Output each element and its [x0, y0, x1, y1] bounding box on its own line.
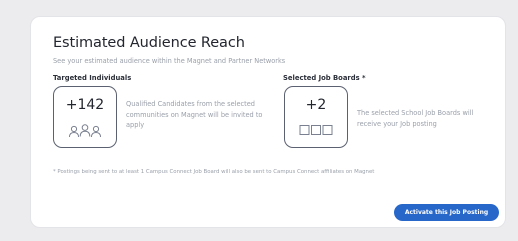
section-subtitle: See your estimated audience within the M… — [53, 57, 286, 65]
audience-reach-card: Estimated Audience Reach See your estima… — [30, 16, 506, 228]
selected-job-boards-box: +2 — [284, 86, 348, 148]
activate-job-posting-button[interactable]: Activate this Job Posting — [394, 204, 499, 221]
job-boards-icon — [285, 124, 347, 136]
targeted-individuals-count: +142 — [65, 97, 105, 113]
selected-job-boards-description: The selected School Job Boards will rece… — [357, 109, 474, 128]
section-title: Estimated Audience Reach — [53, 35, 245, 51]
targeted-individuals-box: +142 — [53, 86, 117, 148]
targeted-individuals-description: Qualified Candidates from the selected c… — [126, 100, 263, 129]
targeted-individuals-label: Targeted Individuals — [53, 74, 132, 82]
selected-job-boards-count: +2 — [305, 97, 327, 113]
footnote: * Postings being sent to at least 1 Camp… — [53, 169, 375, 175]
selected-job-boards-label: Selected Job Boards * — [283, 74, 366, 82]
users-icon — [54, 124, 116, 138]
